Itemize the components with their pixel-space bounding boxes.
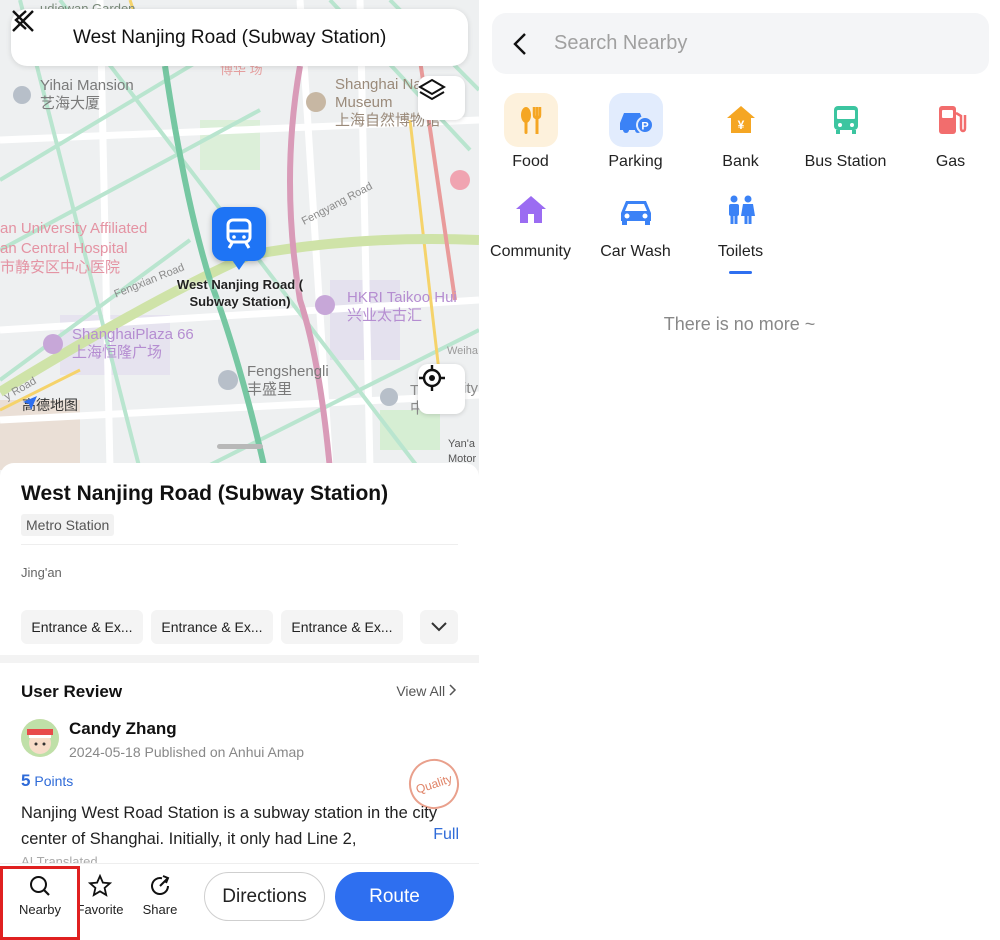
map-label-yihai-en: Yihai Mansion <box>40 77 134 94</box>
category-label: Bus Station <box>804 153 887 170</box>
page-title: West Nanjing Road (Subway Station) <box>73 26 387 48</box>
entrance-chip[interactable]: Entrance & Ex... <box>151 610 273 644</box>
share-label: Share <box>142 902 178 917</box>
map-label-weihai: Weiha <box>447 345 478 357</box>
empty-state-text: There is no more ~ <box>663 314 816 334</box>
review-text: Nanjing West Road Station is a subway st… <box>21 804 438 848</box>
station-map-label: West Nanjing Road ( Subway Station) <box>176 277 304 309</box>
close-icon <box>12 10 34 32</box>
category-label: Toilets <box>717 243 764 260</box>
chevron-down-icon <box>431 622 447 632</box>
map-label-fengsheng-cn: 丰盛里 <box>247 381 293 398</box>
parking-car-icon: P <box>608 93 663 147</box>
map-label-hospital-en2: an Central Hospital <box>0 240 128 257</box>
map-label-hkri-cn: 兴业太古汇 <box>347 307 423 324</box>
chevron-right-icon <box>449 684 457 696</box>
category-label: Car Wash <box>600 243 671 260</box>
locate-icon <box>419 365 445 391</box>
search-bar <box>492 13 989 74</box>
my-location-button[interactable] <box>418 364 465 414</box>
top-bar: West Nanjing Road (Subway Station) <box>11 9 468 66</box>
entrance-chip[interactable]: Entrance & Ex... <box>21 610 143 644</box>
entrance-chip[interactable]: Entrance & Ex... <box>281 610 403 644</box>
user-review-section: User Review View All Candy Zhang 2024-05… <box>0 663 479 863</box>
avatar[interactable] <box>21 719 59 757</box>
house-icon <box>504 183 558 237</box>
train-icon <box>226 218 252 249</box>
map-layers-button[interactable] <box>418 76 465 120</box>
map-label-hkri-en: HKRI Taikoo Hui <box>347 289 457 306</box>
map-label-hospital-en1: an University Affiliated <box>0 220 148 237</box>
place-title: West Nanjing Road (Subway Station) <box>21 482 389 505</box>
svg-text:P: P <box>641 121 648 133</box>
back-button[interactable] <box>496 13 546 74</box>
category-car-wash[interactable]: Car Wash <box>583 183 688 261</box>
search-input[interactable] <box>554 32 934 55</box>
category-label: Food <box>512 153 549 170</box>
category-toilets[interactable]: Toilets <box>688 183 793 261</box>
gas-pump-icon <box>924 93 978 147</box>
navigation-arrow-icon <box>23 396 37 410</box>
favorite-label: Favorite <box>76 902 124 917</box>
category-label: Bank <box>722 153 759 170</box>
layers-icon <box>418 78 446 101</box>
place-card: West Nanjing Road (Subway Station) Metro… <box>0 463 479 655</box>
share-icon <box>151 875 170 895</box>
category-label: Community <box>490 243 571 260</box>
view-all-link[interactable]: View All <box>396 683 457 699</box>
category-bus-station[interactable]: Bus Station <box>793 93 898 171</box>
drag-handle[interactable] <box>217 444 263 449</box>
expand-chips-button[interactable] <box>420 610 458 644</box>
category-community[interactable]: Community <box>478 183 583 261</box>
place-detail-panel: udiewan Garden Yihai Mansion 艺海大厦 博华 场 S… <box>0 0 479 940</box>
bank-yen-icon: ¥ <box>714 93 768 147</box>
place-type-badge: Metro Station <box>21 514 115 536</box>
district-text: Jing'an <box>21 565 62 580</box>
nearby-highlight-box <box>0 866 80 940</box>
map-label-hospital-cn: 市静安区中心医院 <box>0 259 121 276</box>
points-label: Points <box>30 773 74 789</box>
selected-category-indicator <box>729 271 752 274</box>
map-logo: 高德地图 <box>22 395 78 415</box>
category-gas[interactable]: Gas <box>898 93 1000 171</box>
car-icon <box>609 183 663 237</box>
fork-knife-icon <box>503 93 558 147</box>
review-heading: User Review <box>21 682 123 701</box>
category-label: Parking <box>608 153 663 170</box>
category-bank[interactable]: ¥ Bank <box>688 93 793 171</box>
map-label-plaza-en: ShanghaiPlaza 66 <box>72 326 194 343</box>
route-button[interactable]: Route <box>335 872 454 921</box>
category-parking[interactable]: P Parking <box>583 93 688 171</box>
review-points: 5 Points <box>21 771 73 791</box>
map-label-plaza-cn: 上海恒隆广场 <box>72 344 163 361</box>
divider <box>21 544 458 545</box>
map-view[interactable]: udiewan Garden Yihai Mansion 艺海大厦 博华 场 S… <box>0 0 479 470</box>
avatar-image <box>21 719 59 757</box>
star-icon <box>88 874 112 897</box>
review-meta: 2024-05-18 Published on Anhui Amap <box>69 744 305 760</box>
view-all-label: View All <box>396 683 446 699</box>
full-review-link[interactable]: Full <box>421 826 459 844</box>
category-food[interactable]: Food <box>478 93 583 171</box>
chevron-left-icon <box>513 32 526 55</box>
svg-text:¥: ¥ <box>737 118 744 132</box>
map-label-museum-en1: Shanghai Na <box>335 76 422 93</box>
bus-icon <box>819 93 873 147</box>
station-pin[interactable] <box>212 207 266 270</box>
map-label-museum-en2: Museum <box>335 94 393 111</box>
reviewer-name[interactable]: Candy Zhang <box>69 719 177 739</box>
ai-translated-note: AI Translated <box>21 854 98 863</box>
nearby-search-panel: Food P Parking ¥ Bank Bus Station Gas Co… <box>479 0 1000 940</box>
map-label-yihai-cn: 艺海大厦 <box>40 95 101 112</box>
category-label: Gas <box>935 153 966 170</box>
toilets-icon <box>714 183 768 237</box>
map-label-right-2: ity <box>463 380 478 397</box>
map-label-corner1: Yan'a <box>448 438 475 450</box>
directions-button[interactable]: Directions <box>204 872 325 921</box>
close-button[interactable] <box>12 9 468 66</box>
map-label-fengsheng-en: Fengshengli <box>247 363 329 380</box>
share-button[interactable]: Share <box>130 874 190 917</box>
